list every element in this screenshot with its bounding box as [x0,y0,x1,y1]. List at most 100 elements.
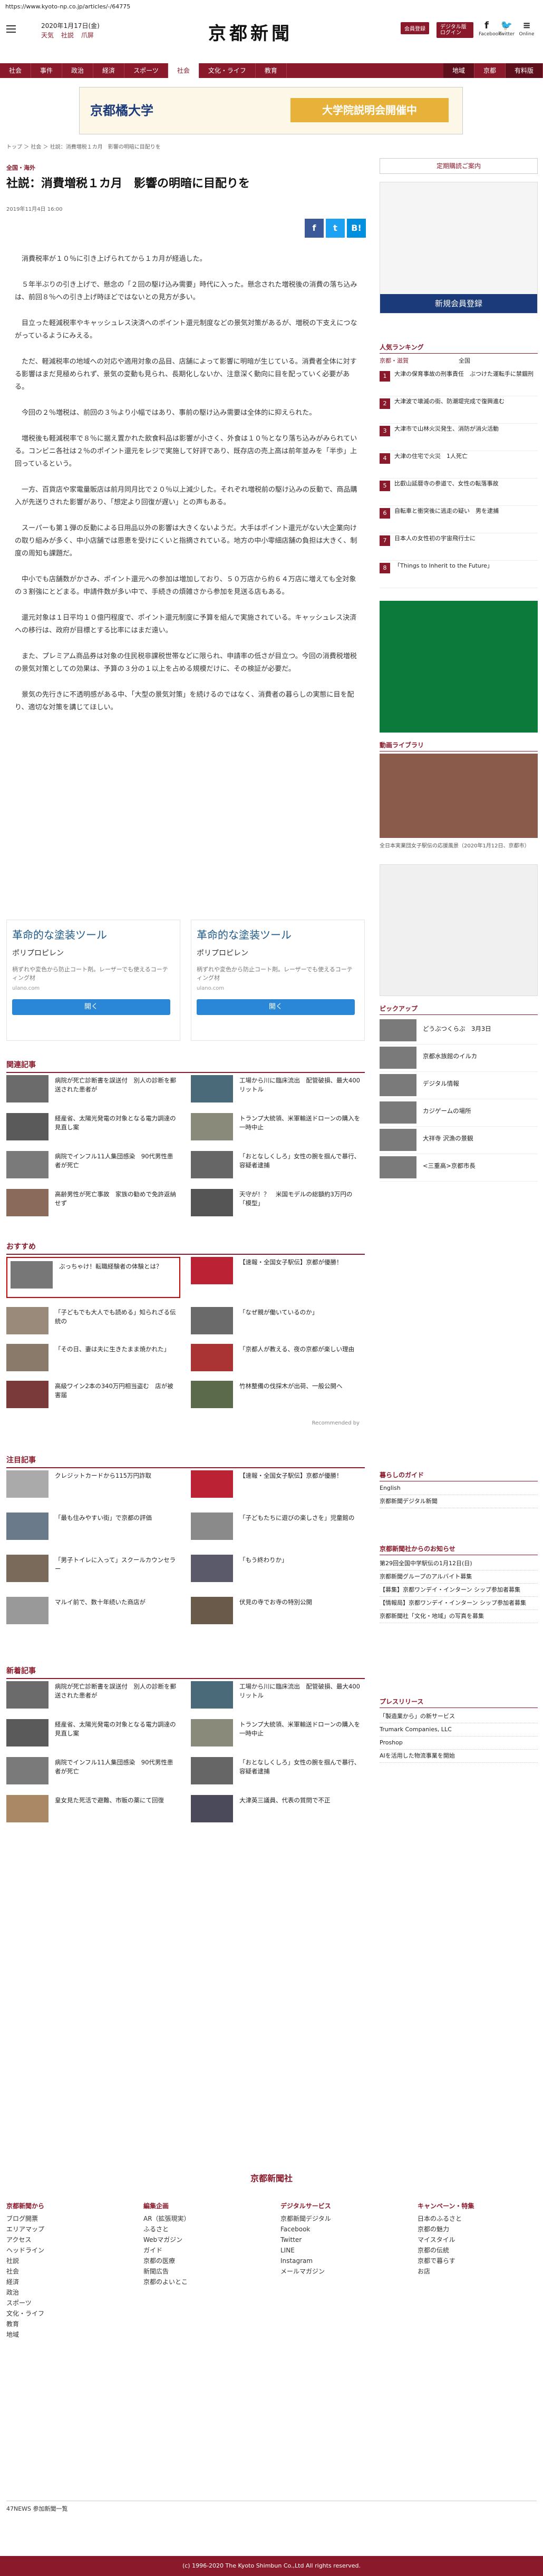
nav-item[interactable]: 京都 [474,63,506,78]
related-item[interactable]: 経産省、太陽光発電の対象となる電力調達の見直し案 [6,1113,180,1145]
site-logo[interactable]: 京都新聞 [208,19,293,45]
footer-link[interactable]: 京都新聞デジタル [280,2213,396,2224]
footer-link[interactable]: 京都のよいとこ [143,2277,259,2287]
twitter-button[interactable]: 🐦 Twitter [499,20,515,37]
notice-item[interactable]: 京都新聞社「文化・地域」の写真を募集 [380,1610,538,1623]
menu-icon[interactable] [6,23,16,35]
online-button[interactable]: ≡ Online [519,20,535,37]
press-item[interactable]: AIを活用した物流事業を開始 [380,1750,538,1763]
popular-item[interactable]: クレジットカードから115万円詐取 [6,1470,180,1502]
footer-link[interactable]: 文化・ライフ [6,2308,122,2319]
footer-link[interactable]: 京都で暮らす [418,2256,534,2266]
footer-link[interactable]: エリアマップ [6,2224,122,2235]
related-item[interactable]: 工場から川に臨床流出 配管破損、最大400リットル [191,1075,365,1107]
nav-item[interactable]: 文化・ライフ [199,63,256,78]
recommend-item[interactable]: 「その日、妻は夫に生きたまま焼かれた」 [6,1344,180,1375]
footer-link[interactable]: Instagram [280,2256,396,2266]
footer-link[interactable]: 社会 [6,2266,122,2277]
ranking-item[interactable]: 5 比叡山延暦寺の参道で、女性の転落事故 [380,479,538,506]
press-item[interactable]: Trumark Companies, LLC [380,1723,538,1736]
footer-link[interactable]: Webマガジン [143,2235,259,2245]
top-ad-banner[interactable]: 京都橘大学 大学院説明会開催中 [79,87,463,134]
footer-link[interactable]: お店 [418,2266,534,2277]
latest-item[interactable]: 大津英三議員、代表の質問で不正 [191,1795,365,1827]
recommend-item[interactable]: 高級ワイン2本の340万円相当盗む 店が被害届 [6,1381,180,1412]
pickup-item[interactable]: カジゲームの場所 [380,1099,538,1127]
nav-item[interactable]: 社会 [168,63,199,78]
guide-item[interactable]: 京都新聞デジタル新聞 [380,1495,538,1508]
nav-item[interactable]: 政治 [62,63,94,78]
ranking-tab[interactable]: 京都・滋賀 [380,356,409,365]
nav-item[interactable]: 社会 [0,63,32,78]
footer-link[interactable]: ガイド [143,2245,259,2256]
latest-item[interactable]: トランプ大統領、米軍輸送ドローンの購入を一時中止 [191,1719,365,1751]
related-item[interactable]: 病院が死亡診断書を誤送付 別人の診断を郵送された患者が [6,1075,180,1107]
sidebar-banner-ad[interactable]: 新規会員登録 [380,182,538,314]
footer-link[interactable]: LINE [280,2245,396,2256]
ranking-item[interactable]: 2 大津波で壊滅の街、防潮堤完成で復興進む [380,396,538,424]
ranking-item[interactable]: 1 大津の保育事故の刑事責任 ぶつけた運転手に禁錮刑 [380,369,538,396]
related-item[interactable]: 高齢男性が死亡事故 家族の勧めで免許返納せず [6,1189,180,1221]
facebook-button[interactable]: f Facebook [479,20,501,37]
ad-open-button[interactable]: 開く [197,999,355,1015]
article-category[interactable]: 全国・海外 [6,163,35,172]
footer-link[interactable]: スポーツ [6,2298,122,2308]
latest-item[interactable]: 病院でインフル11人集団感染 90代男性患者が死亡 [6,1757,180,1789]
ranking-item[interactable]: 6 自転車と衝突後に逃走の疑い 男を逮捕 [380,506,538,533]
recommend-item[interactable]: 「なぜ親が働いているのか」 [191,1307,365,1339]
notice-item[interactable]: 【募集】京都ワンデイ・インターン シップ参加者募集 [380,1584,538,1597]
signup-button[interactable]: 会員登録 [401,22,429,34]
press-item[interactable]: Proshop [380,1736,538,1750]
nav-item[interactable]: 経済 [93,63,125,78]
sidebar-funeral-ad[interactable] [380,601,538,733]
footer-link[interactable]: アクセス [6,2235,122,2245]
nav-item[interactable]: 事件 [31,63,63,78]
footer-link[interactable]: Twitter [280,2235,396,2245]
footer-logo[interactable]: 京都新聞社 [0,2171,543,2184]
footer-link[interactable]: 新聞広告 [143,2266,259,2277]
ad-card[interactable]: 革命的な塗装ツール ポリプロピレン 柄ずれや変色から防止コート剤。レーザーでも使… [6,920,180,1041]
footer-link[interactable]: 社説 [6,2256,122,2266]
footer-link[interactable]: 京都の医療 [143,2256,259,2266]
ranking-item[interactable]: 3 大津市で山林火災発生、消防が消火活動 [380,424,538,451]
related-item[interactable]: 病院でインフル11人集団感染 90代男性患者が死亡 [6,1151,180,1183]
popular-item[interactable]: 「最も住みやすい街」で京都の評価 [6,1513,180,1544]
obituary-link[interactable]: 爪屏 [81,32,94,39]
pickup-item[interactable]: 大祥寺 沢漁の景観 [380,1127,538,1154]
guide-item[interactable]: English [380,1482,538,1495]
footer-link[interactable]: マイスタイル [418,2235,534,2245]
latest-item[interactable]: 病院が死亡診断書を誤送付 別人の診断を郵送された患者が [6,1681,180,1713]
sidebar-yahoo-ad[interactable] [380,864,538,996]
ranking-item[interactable]: 7 日本人の女性初の宇宙飛行士に [380,533,538,561]
subscribe-button[interactable]: 定期購読ご案内 [380,158,538,174]
recommend-item[interactable]: ぶっちゃけ！転職経験者の体験とは？ [6,1257,180,1298]
related-item[interactable]: 天守が！？ 米国モデルの総額約3万円の「模型」 [191,1189,365,1221]
breadcrumb[interactable]: トップ ＞ 社会 ＞ 社説：消費増税１カ月 影響の明暗に目配りを [6,142,161,150]
ranking-item[interactable]: 4 大津の住宅で火災 1人死亡 [380,451,538,479]
footer-link[interactable]: 教育 [6,2319,122,2329]
footer-link[interactable]: 政治 [6,2287,122,2298]
latest-item[interactable]: 工場から川に臨床流出 配管破損、最大400リットル [191,1681,365,1713]
notice-item[interactable]: 京都新聞グループのアルバイト募集 [380,1570,538,1584]
recommend-item[interactable]: 竹林整備の伐採木が出荷、一般公開へ [191,1381,365,1412]
ad-open-button[interactable]: 開く [12,999,170,1015]
footer-link[interactable]: 日本のふるさと [418,2213,534,2224]
latest-item[interactable]: 「おとなしくしろ」女性の腕を掴んで暴行、容疑者逮捕 [191,1757,365,1789]
nav-item[interactable]: スポーツ [124,63,168,78]
footer-link[interactable]: ブログ開票 [6,2213,122,2224]
share-facebook-button[interactable]: f [305,219,324,238]
popular-item[interactable]: 「もう終わりか」 [191,1555,365,1586]
popular-item[interactable]: 「子どもたちに遊びの楽しさを」児童館の [191,1513,365,1544]
pickup-item[interactable]: <三重高>京都市長 [380,1154,538,1182]
related-item[interactable]: 「おとなしくしろ」女性の腕を掴んで暴行、容疑者逮捕 [191,1151,365,1183]
recommend-item[interactable]: 「子どもでも大人でも読める」知られざる伝統の [6,1307,180,1339]
ranking-tab[interactable]: 全国 [459,356,470,365]
footer-link[interactable]: メールマガジン [280,2266,396,2277]
editorial-link[interactable]: 社説 [61,32,74,39]
share-hatena-button[interactable]: B! [347,219,366,238]
popular-item[interactable]: マルイ前で、数十年続いた商店が [6,1597,180,1628]
footer-link[interactable]: 地域 [6,2329,122,2340]
ad-card[interactable]: 革命的な塗装ツール ポリプロピレン 柄ずれや変色から防止コート剤。レーザーでも使… [191,920,365,1041]
footer-link[interactable]: 京都の魅力 [418,2224,534,2235]
pickup-item[interactable]: どうぶつくらぶ 3月3日 [380,1017,538,1045]
